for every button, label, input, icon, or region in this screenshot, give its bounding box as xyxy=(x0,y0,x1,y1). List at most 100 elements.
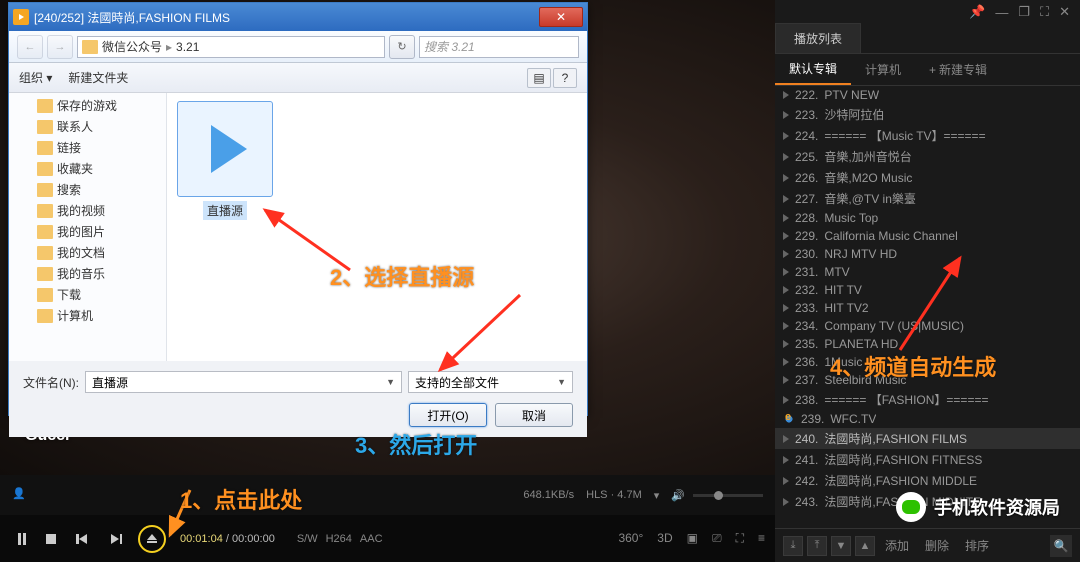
folder-icon xyxy=(37,183,53,197)
tree-item[interactable]: 下载 xyxy=(9,284,166,305)
close-icon[interactable]: ✕ xyxy=(1059,4,1070,20)
playlist-item[interactable]: 223. 沙特阿拉伯 xyxy=(775,104,1080,125)
eject-button[interactable] xyxy=(138,525,166,553)
playlist-item[interactable]: 222. PTV NEW xyxy=(775,86,1080,104)
maximize-icon[interactable]: ⛶ xyxy=(1040,4,1049,20)
delete-button[interactable]: 删除 xyxy=(919,537,955,554)
fullscreen-icon[interactable]: ⛶ xyxy=(736,531,744,546)
playlist-item[interactable]: 234. Company TV (US|MUSIC) xyxy=(775,317,1080,335)
tree-item[interactable]: 联系人 xyxy=(9,116,166,137)
tree-item[interactable]: 链接 xyxy=(9,137,166,158)
tree-item[interactable]: 收藏夹 xyxy=(9,158,166,179)
tree-item[interactable]: 我的文档 xyxy=(9,242,166,263)
playlist-item[interactable]: 225. 音樂,加州音悦台 xyxy=(775,146,1080,167)
tree-item[interactable]: 我的音乐 xyxy=(9,263,166,284)
tree-item[interactable]: 计算机 xyxy=(9,305,166,326)
play-icon xyxy=(783,174,789,182)
move-bottom-button[interactable]: ⤓ xyxy=(783,536,803,556)
open-button[interactable]: 打开(O) xyxy=(409,403,487,427)
move-down-button[interactable]: ▼ xyxy=(831,536,851,556)
search-placeholder: 搜索 3.21 xyxy=(424,38,475,55)
playlist-item[interactable]: 236. 1Music xyxy=(775,353,1080,371)
pin-icon[interactable]: 📌 xyxy=(969,4,985,20)
help-button[interactable]: ? xyxy=(553,68,577,88)
folder-tree[interactable]: 保存的游戏联系人链接收藏夹搜索我的视频我的图片我的文档我的音乐下载计算机 xyxy=(9,93,167,361)
tree-item[interactable]: 我的视频 xyxy=(9,200,166,221)
close-button[interactable]: ✕ xyxy=(539,7,583,27)
playlist-item[interactable]: 242. 法國時尚,FASHION MIDDLE xyxy=(775,470,1080,491)
playlist-item[interactable]: 239. WFC.TV xyxy=(775,410,1080,428)
file-item[interactable]: 直播源 xyxy=(175,101,275,220)
tree-item[interactable]: 我的图片 xyxy=(9,221,166,242)
dialog-body: 保存的游戏联系人链接收藏夹搜索我的视频我的图片我的文档我的音乐下载计算机 直播源 xyxy=(9,93,587,361)
file-list[interactable]: 直播源 xyxy=(167,93,587,361)
playlist-subtabs: 默认专辑 计算机 新建专辑 xyxy=(775,54,1080,86)
tree-item[interactable]: 搜索 xyxy=(9,179,166,200)
view-mode-button[interactable]: ▤ xyxy=(527,68,551,88)
playlist-item[interactable]: 237. Steelbird Music xyxy=(775,371,1080,389)
playlist-item[interactable]: 231. MTV xyxy=(775,263,1080,281)
filename-input[interactable]: 直播源 ▼ xyxy=(85,371,402,393)
filetype-select[interactable]: 支持的全部文件 ▼ xyxy=(408,371,573,393)
add-button[interactable]: 添加 xyxy=(879,537,915,554)
playlist-item[interactable]: 235. PLANETA HD xyxy=(775,335,1080,353)
playlist-item[interactable]: 227. 音樂,@TV in樂臺 xyxy=(775,188,1080,209)
playlist-item[interactable]: 238. ====== 【FASHION】====== xyxy=(775,389,1080,410)
nav-back-button[interactable]: ← xyxy=(17,35,43,59)
play-icon xyxy=(783,91,789,99)
capture-icon[interactable]: ▣ xyxy=(687,531,698,546)
subtitle-icon[interactable]: ⎚ xyxy=(712,531,722,546)
folder-icon xyxy=(37,309,53,323)
playlist-item[interactable]: 228. Music Top xyxy=(775,209,1080,227)
playlist-item[interactable]: 232. HIT TV xyxy=(775,281,1080,299)
user-icon[interactable]: 👤 xyxy=(12,487,28,503)
stop-button[interactable] xyxy=(42,530,60,548)
search-input[interactable]: 搜索 3.21 xyxy=(419,36,579,58)
volume-slider[interactable] xyxy=(693,494,763,497)
playlist-item[interactable]: 240. 法國時尚,FASHION FILMS xyxy=(775,428,1080,449)
menu-icon[interactable]: ≡ xyxy=(758,531,765,546)
playlist-item[interactable]: 233. HIT TV2 xyxy=(775,299,1080,317)
play-icon xyxy=(783,322,789,330)
move-top-button[interactable]: ⤒ xyxy=(807,536,827,556)
nav-forward-button[interactable]: → xyxy=(47,35,73,59)
playlist-item[interactable]: 226. 音樂,M2O Music xyxy=(775,167,1080,188)
playlist-item[interactable]: 229. California Music Channel xyxy=(775,227,1080,245)
subtab-computer[interactable]: 计算机 xyxy=(851,54,915,85)
playlist-panel: 📌 — ❐ ⛶ ✕ 播放列表 默认专辑 计算机 新建专辑 222. PTV NE… xyxy=(775,0,1080,562)
refresh-button[interactable]: ↻ xyxy=(389,35,415,59)
restore-icon[interactable]: ❐ xyxy=(1018,4,1030,20)
tree-item[interactable]: 保存的游戏 xyxy=(9,95,166,116)
3d-button[interactable]: 3D xyxy=(657,531,672,546)
wechat-icon xyxy=(896,492,926,522)
breadcrumb[interactable]: 微信公众号 ▸ 3.21 xyxy=(77,36,385,58)
play-icon xyxy=(783,376,789,384)
playlist-list[interactable]: 222. PTV NEW223. 沙特阿拉伯224. ====== 【Music… xyxy=(775,86,1080,526)
new-folder-button[interactable]: 新建文件夹 xyxy=(68,69,128,86)
folder-icon xyxy=(37,225,53,239)
breadcrumb-parent: 微信公众号 xyxy=(102,38,162,55)
playlist-title: 播放列表 xyxy=(775,23,861,53)
chevron-down-icon[interactable]: ▾ xyxy=(654,489,660,502)
dialog-toolbar: 组织 ▾ 新建文件夹 ▤ ? xyxy=(9,63,587,93)
playlist-item[interactable]: 230. NRJ MTV HD xyxy=(775,245,1080,263)
cancel-button[interactable]: 取消 xyxy=(495,403,573,427)
breadcrumb-current: 3.21 xyxy=(176,40,199,54)
next-button[interactable] xyxy=(106,530,124,548)
wechat-text: 手机软件资源局 xyxy=(934,494,1060,520)
subtab-default[interactable]: 默认专辑 xyxy=(775,54,851,85)
organize-menu[interactable]: 组织 ▾ xyxy=(19,69,52,86)
codec-tags: S/WH264AAC xyxy=(297,533,383,545)
sort-button[interactable]: 排序 xyxy=(959,537,995,554)
folder-icon xyxy=(37,141,53,155)
search-icon[interactable]: 🔍 xyxy=(1050,535,1072,557)
vr-button[interactable]: 360° xyxy=(618,531,643,546)
subtab-new[interactable]: 新建专辑 xyxy=(915,54,1001,85)
volume-icon[interactable]: 🔊 xyxy=(671,489,685,502)
minimize-icon[interactable]: — xyxy=(995,5,1008,20)
move-up-button[interactable]: ▲ xyxy=(855,536,875,556)
playlist-item[interactable]: 224. ====== 【Music TV】====== xyxy=(775,125,1080,146)
prev-button[interactable] xyxy=(74,530,92,548)
playlist-item[interactable]: 241. 法國時尚,FASHION FITNESS xyxy=(775,449,1080,470)
pause-button[interactable] xyxy=(10,530,28,548)
